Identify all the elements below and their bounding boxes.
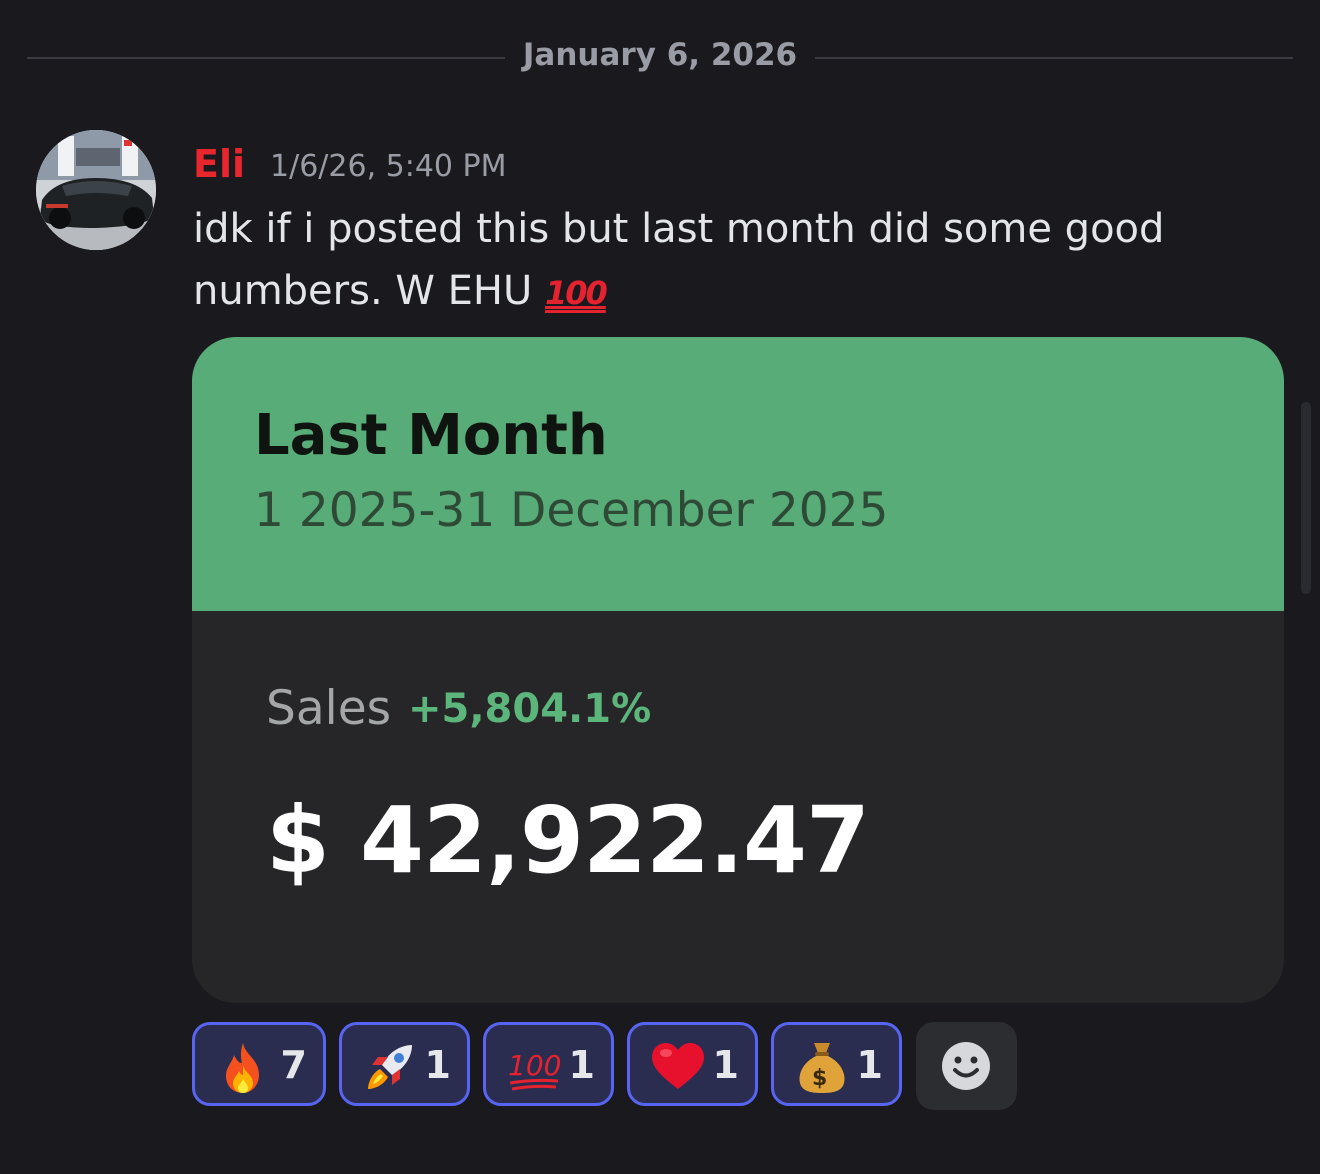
reaction-count: 1 — [424, 1043, 451, 1087]
message-timestamp: 1/6/26, 5:40 PM — [270, 149, 507, 184]
smiley-add-reaction-icon — [942, 1042, 990, 1090]
message-author[interactable]: Eli — [193, 142, 245, 186]
reaction-heart[interactable]: 1 — [627, 1022, 758, 1106]
car-avatar-icon — [36, 130, 156, 250]
date-divider-label: January 6, 2026 — [522, 37, 798, 73]
card-header: Last Month 1 2025-31 December 2025 — [192, 337, 1284, 611]
sales-amount: $ 42,922.47 — [266, 787, 870, 894]
divider-line-right — [815, 57, 1293, 59]
attachment-image[interactable]: Last Month 1 2025-31 December 2025 Sales… — [192, 337, 1284, 1003]
rocket-icon — [362, 1039, 418, 1095]
date-divider: January 6, 2026 — [27, 30, 1293, 86]
sales-label: Sales — [266, 681, 392, 736]
red-heart-icon — [650, 1039, 706, 1095]
card-date-range: 1 2025-31 December 2025 — [254, 483, 889, 538]
reaction-fire[interactable]: 7 — [192, 1022, 326, 1106]
reaction-count: 1 — [712, 1043, 739, 1087]
sales-change: +5,804.1% — [408, 686, 652, 732]
reaction-count: 1 — [856, 1043, 883, 1087]
card-body: Sales +5,804.1% $ 42,922.47 — [192, 611, 1284, 1003]
hundred-points-icon: 100 — [506, 1039, 562, 1095]
hundred-points-icon: 100 — [545, 274, 608, 312]
add-reaction-button[interactable] — [916, 1022, 1017, 1110]
money-bag-icon: $ — [794, 1039, 850, 1095]
message-text: idk if i posted this but last month did … — [193, 206, 1165, 314]
reaction-count: 7 — [280, 1043, 307, 1087]
divider-line-left — [27, 57, 505, 59]
scrollbar[interactable] — [1301, 402, 1311, 594]
reaction-count: 1 — [568, 1043, 595, 1087]
card-title: Last Month — [254, 403, 608, 468]
reaction-rocket[interactable]: 1 — [339, 1022, 470, 1106]
message-text-block: idk if i posted this but last month did … — [193, 198, 1233, 324]
avatar[interactable] — [36, 130, 156, 250]
svg-text:$: $ — [812, 1066, 827, 1091]
reaction-money-bag[interactable]: $ 1 — [771, 1022, 902, 1106]
fire-icon — [215, 1039, 271, 1095]
reaction-hundred[interactable]: 100 1 — [483, 1022, 614, 1106]
hundred-glyph: 100 — [508, 1049, 561, 1082]
